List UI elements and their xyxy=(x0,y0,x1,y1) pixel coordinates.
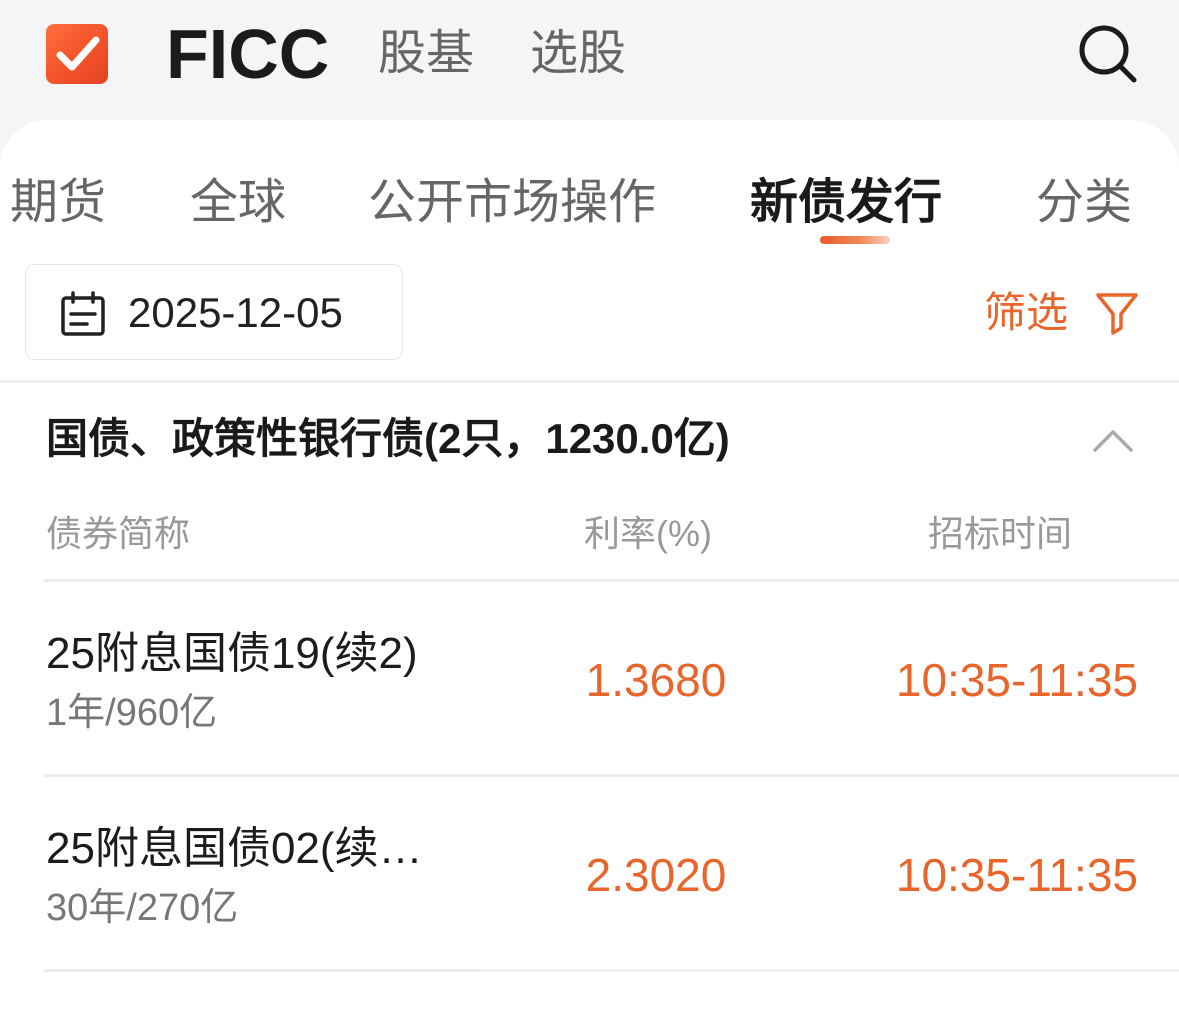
auction-time: 10:35-11:35 xyxy=(895,849,1138,901)
bond-term-amount: 1年/960亿 xyxy=(46,692,218,734)
auction-time: 10:35-11:35 xyxy=(895,654,1138,706)
column-header-bond-name: 债券简称 xyxy=(46,513,191,554)
checkmark-app-icon[interactable] xyxy=(46,24,108,84)
selected-date: 2025-12-05 xyxy=(128,289,343,336)
column-header-rate: 利率(%) xyxy=(584,513,712,554)
top-tab-stock-picker[interactable]: 选股 xyxy=(530,14,626,94)
top-tab-stock-fund[interactable]: 股基 xyxy=(378,14,474,94)
filter-label: 筛选 xyxy=(984,289,1069,336)
search-icon[interactable] xyxy=(1076,22,1140,86)
bond-list-panel: 2025-12-05 筛选 国债、政策性银行债(2只，1230.0亿) 债券简称… xyxy=(0,120,1179,1009)
filter-button[interactable]: 筛选 xyxy=(980,280,1150,346)
section-divider xyxy=(0,380,1179,383)
calendar-icon xyxy=(60,291,106,337)
row-divider xyxy=(480,969,1179,972)
column-header-auction-time: 招标时间 xyxy=(928,513,1073,554)
top-bar: FICC 股基 选股 xyxy=(0,0,1179,120)
table-row[interactable]: 25附息国债19(续2) 1年/960亿 1.3680 10:35-11:35 xyxy=(0,582,1179,776)
table-row[interactable]: 25附息国债02(续… 30年/270亿 2.3020 10:35-11:35 xyxy=(0,777,1179,971)
chevron-up-icon[interactable] xyxy=(1090,418,1136,464)
top-tab-ficc[interactable]: FICC xyxy=(166,14,329,94)
row-divider xyxy=(44,969,480,972)
date-picker[interactable]: 2025-12-05 xyxy=(25,264,403,360)
bond-rate: 2.3020 xyxy=(585,849,727,901)
funnel-icon xyxy=(1094,290,1140,336)
bond-name: 25附息国债02(续… xyxy=(46,824,423,873)
bond-rate: 1.3680 xyxy=(585,654,727,706)
bond-name: 25附息国债19(续2) xyxy=(46,629,418,678)
bond-term-amount: 30年/270亿 xyxy=(46,887,239,929)
section-title: 国债、政策性银行债(2只，1230.0亿) xyxy=(46,415,730,462)
